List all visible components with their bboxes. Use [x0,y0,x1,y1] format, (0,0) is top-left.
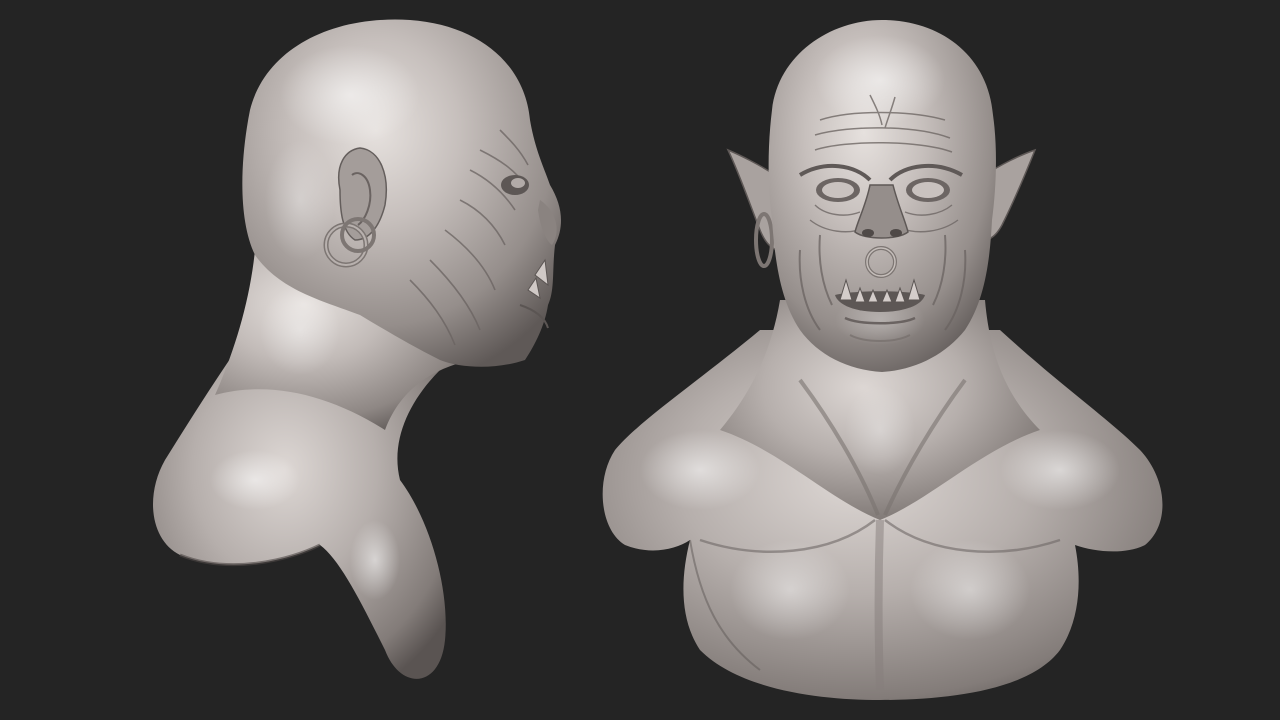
orc-bust-side-view [153,19,562,679]
orc-bust-front-view [602,20,1163,700]
render-viewport [0,0,1280,720]
sculpt-render [153,19,1163,700]
